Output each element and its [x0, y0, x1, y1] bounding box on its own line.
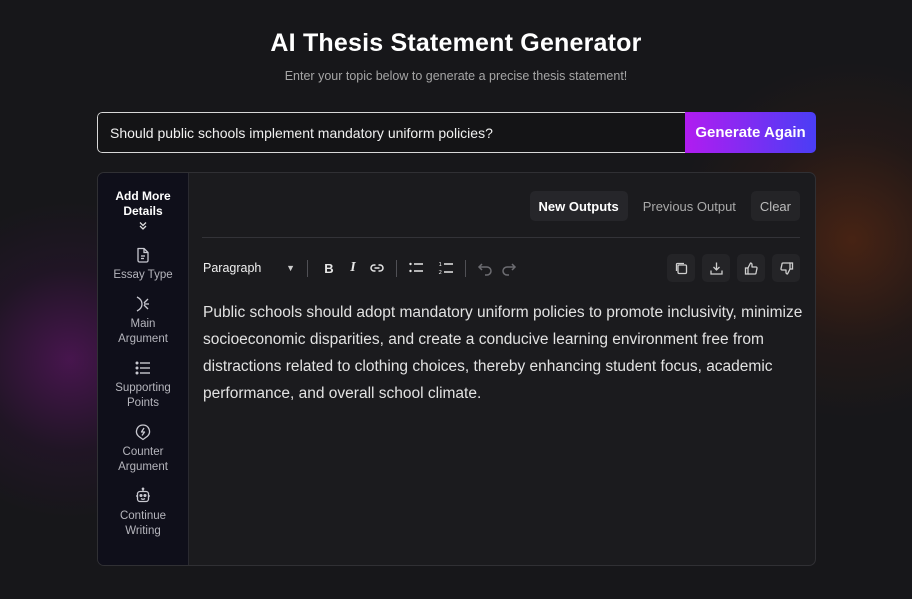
sidebar-item-label: Continue	[119, 510, 167, 522]
numbered-list-icon: 12	[439, 262, 453, 276]
thumbs-down-icon	[779, 261, 793, 275]
sidebar-item-label: Supporting	[115, 382, 171, 394]
sidebar-item-label: Argument	[118, 333, 168, 345]
sidebar-heading-line2: Details	[123, 204, 163, 218]
block-format-value: Paragraph	[203, 261, 262, 275]
toolbar-separator	[465, 259, 466, 277]
merge-arrows-icon	[136, 296, 149, 312]
sidebar-item-label: Points	[127, 397, 159, 409]
topic-input[interactable]	[97, 112, 685, 153]
svg-text:2: 2	[439, 270, 443, 276]
thumbs-up-button[interactable]	[737, 254, 765, 282]
tab-previous-output[interactable]: Previous Output	[634, 191, 745, 221]
editor-main: New Outputs Previous Output Clear Paragr…	[189, 173, 815, 565]
lightning-bubble-icon	[135, 424, 151, 441]
undo-button[interactable]	[474, 257, 496, 279]
copy-button[interactable]	[667, 254, 695, 282]
bullet-list-button[interactable]	[405, 257, 427, 279]
download-button[interactable]	[702, 254, 730, 282]
numbered-list-button[interactable]: 12	[435, 257, 457, 279]
sidebar-item-label: Argument	[118, 461, 168, 473]
svg-text:1: 1	[439, 262, 443, 268]
sidebar-item-label: Writing	[125, 525, 161, 537]
redo-button[interactable]	[498, 257, 520, 279]
bullet-list-icon	[409, 262, 423, 273]
link-button[interactable]	[366, 257, 388, 279]
clear-button[interactable]: Clear	[750, 191, 800, 221]
page-subtitle: Enter your topic below to generate a pre…	[284, 69, 628, 83]
divider	[202, 237, 800, 238]
thumbs-down-button[interactable]	[772, 254, 800, 282]
sidebar-item-essay-type[interactable]: Essay Type	[113, 246, 173, 283]
thesis-output[interactable]: Public schools should adopt mandatory un…	[203, 299, 803, 407]
tab-new-outputs[interactable]: New Outputs	[529, 191, 628, 221]
list-icon	[135, 361, 150, 375]
sidebar-item-main-argument[interactable]: Main Argument	[118, 295, 168, 347]
bold-button[interactable]: B	[318, 257, 340, 279]
document-icon	[137, 247, 149, 263]
topic-bar: Generate Again	[97, 112, 816, 153]
toolbar-separator	[307, 259, 308, 277]
generate-again-button[interactable]: Generate Again	[685, 112, 816, 153]
block-format-select[interactable]: Paragraph ▼	[203, 261, 295, 275]
sidebar-item-label: Main	[130, 318, 156, 330]
robot-icon	[135, 487, 150, 503]
sidebar-item-continue-writing[interactable]: Continue Writing	[120, 487, 166, 539]
sidebar-item-label: Essay Type	[113, 269, 173, 281]
add-more-details-toggle[interactable]: Add More Details	[115, 189, 171, 234]
caret-down-icon: ▼	[286, 263, 295, 273]
sidebar-heading-line1: Add More	[115, 189, 171, 203]
chevrons-down-icon	[115, 221, 170, 234]
download-icon	[709, 262, 723, 275]
copy-icon	[675, 262, 687, 274]
toolbar-separator	[396, 259, 397, 277]
editor-panel: Add More Details Essay Type Main Argumen…	[97, 172, 816, 566]
redo-icon	[502, 263, 517, 276]
sidebar-item-supporting-points[interactable]: Supporting Points	[115, 359, 171, 411]
undo-icon	[477, 263, 492, 276]
output-tabs: New Outputs Previous Output Clear	[529, 191, 800, 221]
sidebar-item-counter-argument[interactable]: Counter Argument	[118, 423, 168, 475]
editor-toolbar: Paragraph ▼ B I 12	[203, 253, 800, 283]
details-sidebar: Add More Details Essay Type Main Argumen…	[98, 173, 189, 565]
sidebar-item-label: Counter	[122, 446, 164, 458]
italic-button[interactable]: I	[342, 257, 364, 279]
link-icon	[370, 264, 384, 272]
thumbs-up-icon	[744, 261, 758, 275]
output-actions	[667, 254, 800, 282]
page-title: AI Thesis Statement Generator	[270, 29, 642, 57]
